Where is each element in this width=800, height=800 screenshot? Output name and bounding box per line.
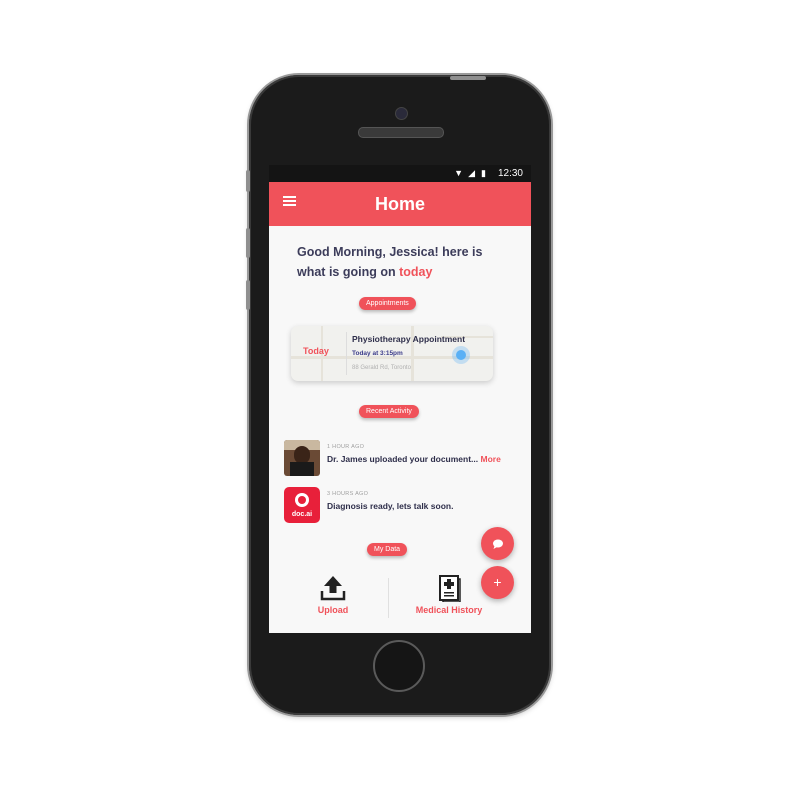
activity-message: Dr. James uploaded your document... More: [327, 454, 501, 464]
volume-up-button: [246, 228, 250, 258]
status-bar: ▼ ◢ ▮ 12:30: [269, 165, 531, 182]
appointment-card[interactable]: Today Physiotherapy Appointment Today at…: [291, 326, 493, 381]
chat-icon: [492, 539, 503, 550]
power-button: [450, 76, 486, 80]
location-pin-icon: [456, 350, 466, 360]
doc-ai-logo-text: doc.ai: [291, 511, 313, 518]
greeting-main: Good Morning, Jessica! here is what is g…: [297, 245, 483, 279]
home-button[interactable]: [373, 640, 425, 692]
doc-ai-logo: doc.ai: [284, 487, 320, 523]
page-title: Home: [374, 194, 425, 214]
activity-item[interactable]: 1 HOUR AGO Dr. James uploaded your docum…: [284, 440, 524, 476]
volume-down-button: [246, 280, 250, 310]
greeting-text: Good Morning, Jessica! here is what is g…: [297, 242, 512, 282]
appointment-time: Today at 3:15pm: [352, 350, 403, 357]
appointment-title: Physiotherapy Appointment: [352, 334, 466, 344]
appointment-address: 88 Gerald Rd, Toronto: [352, 365, 411, 371]
activity-time: 3 HOURS AGO: [327, 491, 369, 497]
medical-history-label: Medical History: [415, 605, 483, 615]
card-divider: [346, 332, 347, 375]
upload-button[interactable]: Upload: [274, 572, 392, 622]
signal-icon: ◢: [468, 168, 475, 178]
activity-time: 1 HOUR AGO: [327, 444, 365, 450]
medical-history-icon: [439, 575, 461, 602]
wifi-icon: ▼: [454, 168, 463, 178]
silent-switch: [246, 170, 250, 192]
earpiece-speaker: [358, 127, 444, 138]
app-bar: Home: [269, 182, 531, 226]
doctor-avatar: [284, 440, 320, 476]
greeting-highlight: today: [399, 265, 433, 279]
recent-activity-section-label[interactable]: Recent Activity: [359, 405, 419, 418]
upload-icon: [320, 576, 346, 601]
medical-history-button[interactable]: Medical History: [390, 572, 508, 622]
upload-label: Upload: [317, 605, 349, 615]
appointments-section-label[interactable]: Appointments: [359, 297, 416, 310]
activity-text: Dr. James uploaded your document...: [327, 454, 479, 464]
front-camera: [395, 107, 408, 120]
more-link[interactable]: More: [481, 454, 501, 464]
bottom-divider: [388, 578, 389, 618]
chat-fab[interactable]: [481, 527, 514, 560]
app-screen: Home Good Morning, Jessica! here is what…: [269, 182, 531, 633]
my-data-section-label[interactable]: My Data: [367, 543, 408, 556]
status-time: 12:30: [497, 168, 523, 179]
battery-icon: ▮: [481, 168, 486, 178]
appointment-day: Today: [303, 346, 329, 356]
activity-message: Diagnosis ready, lets talk soon.: [327, 501, 454, 511]
activity-item[interactable]: doc.ai 3 HOURS AGO Diagnosis ready, lets…: [284, 487, 524, 523]
